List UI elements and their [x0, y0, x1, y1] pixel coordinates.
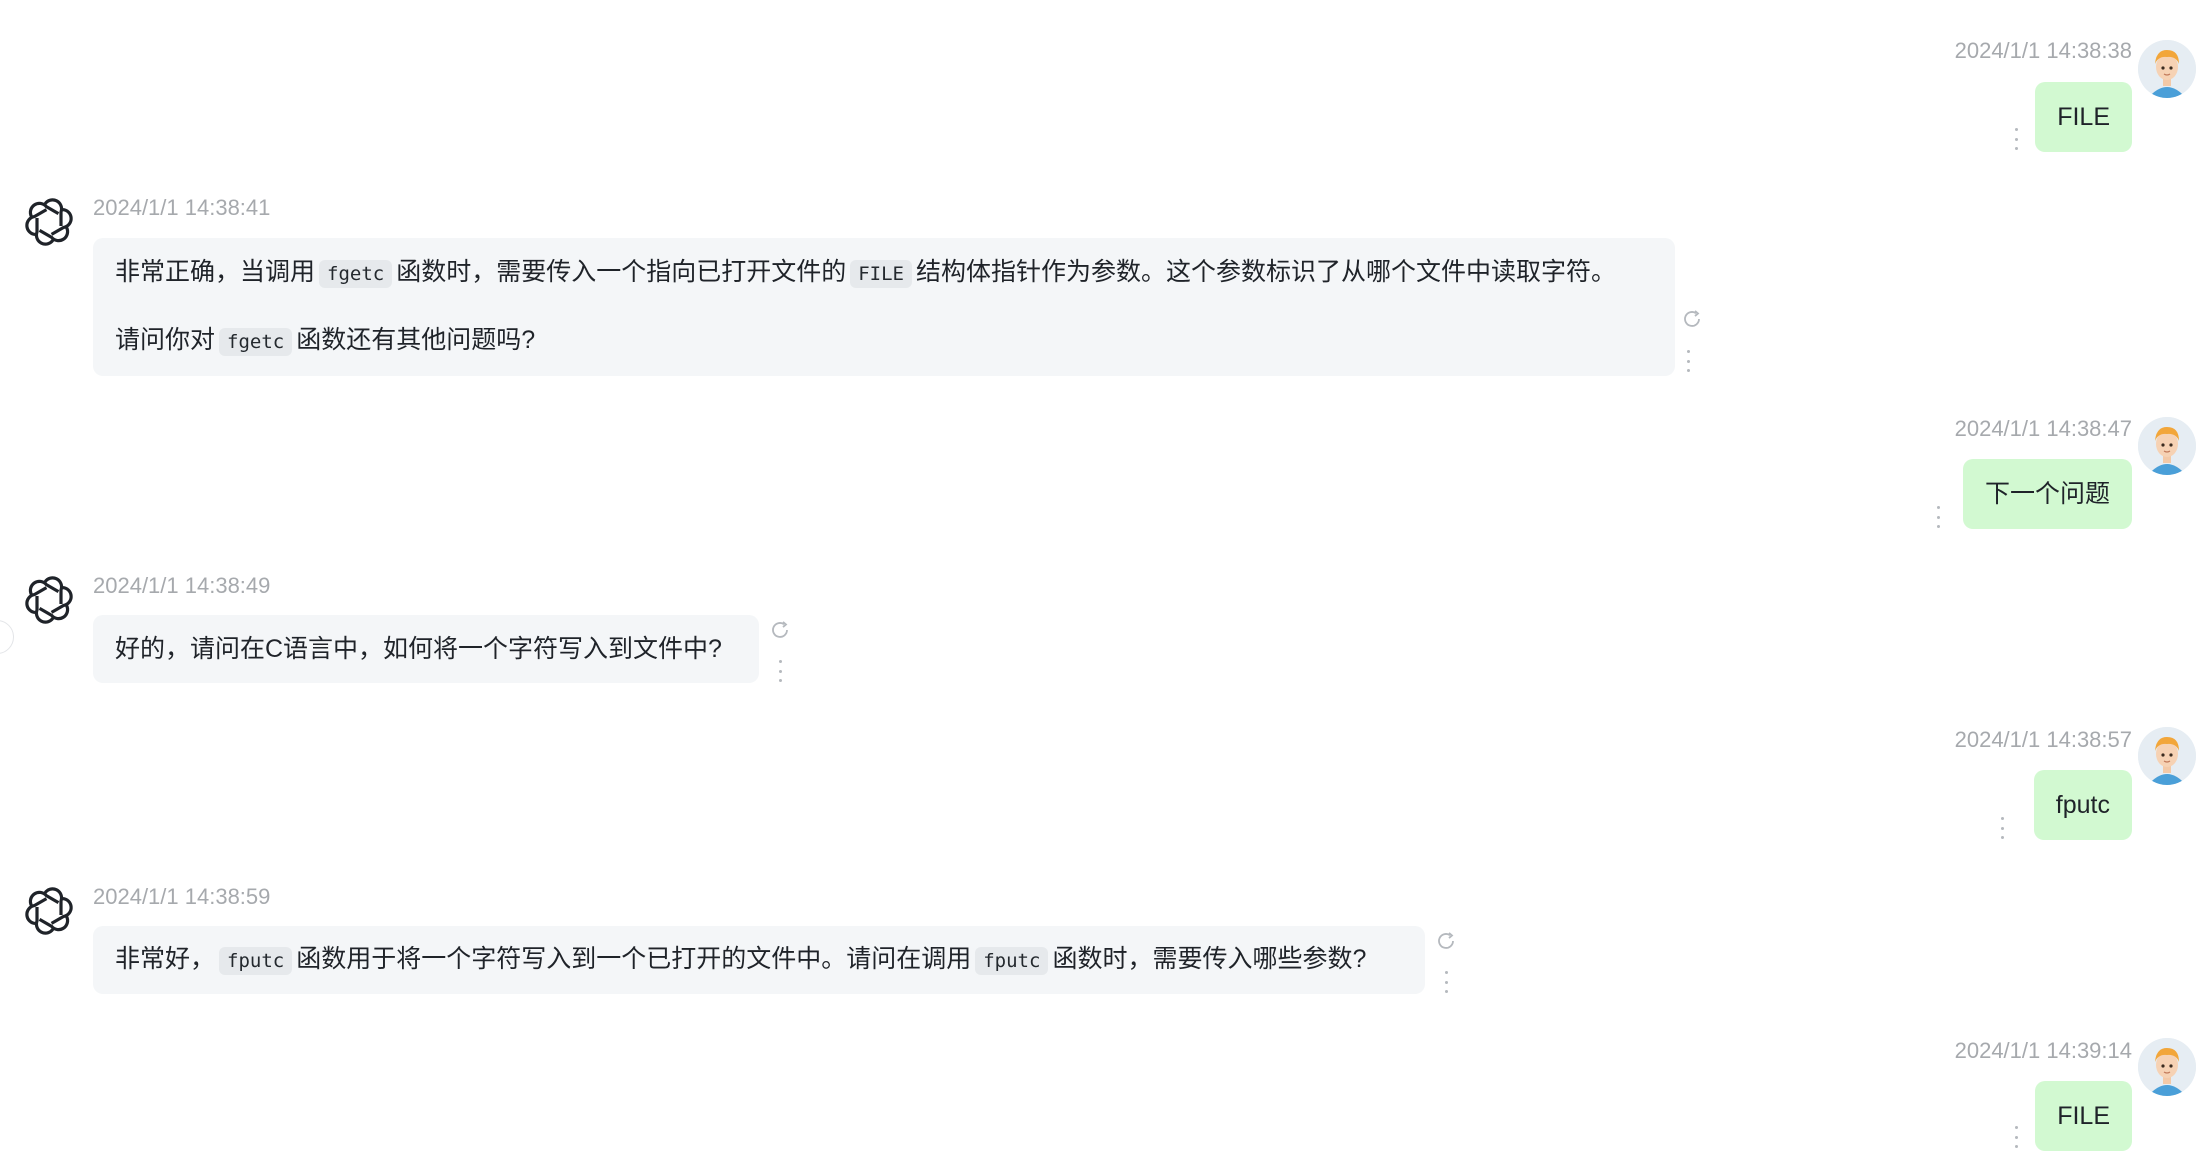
more-vertical-icon[interactable] — [1441, 971, 1451, 993]
openai-logo-icon — [25, 576, 73, 624]
message-bubble-user: fputc — [2033, 770, 2132, 840]
message-bubble-user: 下一个问题 — [1962, 459, 2132, 529]
user-avatar[interactable] — [2138, 417, 2196, 475]
user-avatar[interactable] — [2138, 40, 2196, 98]
inline-code: FILE — [850, 260, 912, 288]
message-bubble-bot: 好的，请问在C语言中，如何将一个字符写入到文件中? — [93, 615, 759, 683]
message-timestamp: 2024/1/1 14:38:41 — [93, 195, 271, 220]
message-bubble-user: FILE — [2035, 1081, 2132, 1151]
user-avatar[interactable] — [2138, 727, 2196, 785]
message-paragraph: 请问你对 fgetc 函数还有其他问题吗? — [115, 322, 1653, 364]
more-vertical-icon[interactable] — [2011, 1126, 2021, 1148]
message-text: 函数用于将一个字符写入到一个已打开的文件中。请问在调用 — [296, 945, 972, 973]
message-text: 函数时，需要传入一个指向已打开文件的 — [396, 258, 847, 286]
message-paragraph: 非常好， fputc 函数用于将一个字符写入到一个已打开的文件中。请问在调用 fput… — [115, 941, 1366, 979]
message-text: 好的，请问在C语言中，如何将一个字符写入到文件中? — [115, 635, 722, 663]
message-timestamp: 2024/1/1 14:38:47 — [1954, 416, 2132, 441]
message-timestamp: 2024/1/1 14:38:57 — [1954, 727, 2132, 752]
message-text: 函数还有其他问题吗? — [296, 326, 536, 354]
message-text: 请问你对 — [115, 326, 216, 354]
user-avatar[interactable] — [2138, 1038, 2196, 1096]
inline-code: fputc — [219, 947, 293, 975]
more-vertical-icon[interactable] — [1933, 506, 1943, 528]
message-paragraph: 非常正确，当调用 fgetc 函数时，需要传入一个指向已打开文件的 FILE 结构体指针… — [115, 250, 1653, 292]
inline-code: fgetc — [219, 328, 293, 356]
inline-code: fgetc — [319, 260, 393, 288]
message-bubble-bot: 非常正确，当调用 fgetc 函数时，需要传入一个指向已打开文件的 FILE 结构体指针… — [93, 238, 1675, 376]
message-timestamp: 2024/1/1 14:38:49 — [93, 573, 271, 598]
inline-code: fputc — [975, 947, 1049, 975]
message-text: 结构体指针作为参数。这个参数标识了从哪个文件中读取字符。 — [916, 258, 1617, 286]
message-timestamp: 2024/1/1 14:39:14 — [1954, 1038, 2132, 1063]
message-text: FILE — [2057, 1102, 2110, 1130]
message-timestamp: 2024/1/1 14:38:38 — [1954, 38, 2132, 63]
more-vertical-icon[interactable] — [2011, 128, 2021, 150]
message-text: fputc — [2055, 791, 2110, 819]
openai-logo-icon — [25, 887, 73, 935]
more-vertical-icon[interactable] — [775, 660, 785, 682]
refresh-icon[interactable] — [769, 619, 791, 641]
message-text: 函数时，需要传入哪些参数? — [1052, 945, 1367, 973]
edge-handle[interactable] — [0, 620, 14, 654]
message-text: 非常正确，当调用 — [115, 258, 316, 286]
message-bubble-user: FILE — [2035, 82, 2132, 152]
refresh-icon[interactable] — [1681, 308, 1703, 330]
more-vertical-icon[interactable] — [1683, 350, 1693, 372]
message-text: FILE — [2057, 103, 2110, 131]
message-timestamp: 2024/1/1 14:38:59 — [93, 884, 271, 909]
more-vertical-icon[interactable] — [1997, 817, 2007, 839]
message-text: 下一个问题 — [1984, 480, 2110, 508]
refresh-icon[interactable] — [1435, 930, 1457, 952]
message-bubble-bot: 非常好， fputc 函数用于将一个字符写入到一个已打开的文件中。请问在调用 fput… — [93, 926, 1425, 994]
message-text: 非常好， — [115, 945, 216, 973]
openai-logo-icon — [25, 198, 73, 246]
